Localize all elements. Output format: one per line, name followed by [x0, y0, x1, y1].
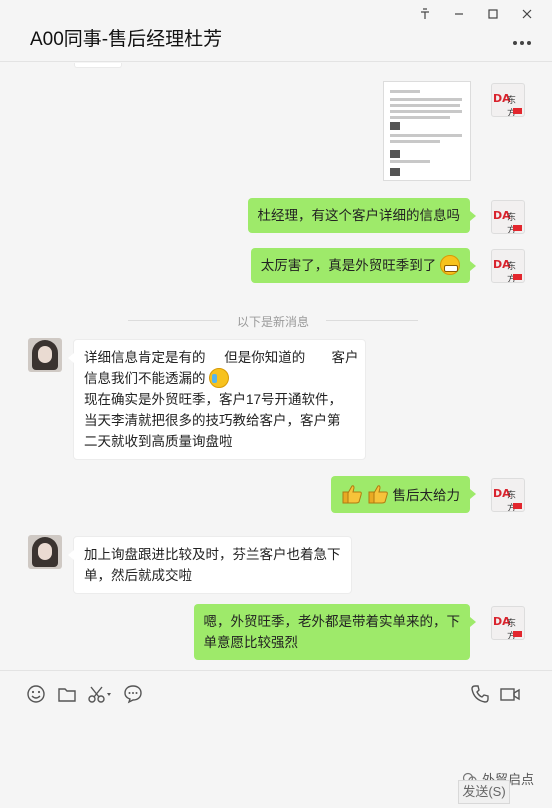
more-options-button[interactable]: [512, 30, 532, 51]
thumbs-up-icon: [367, 483, 389, 505]
message-bubble-sent[interactable]: 太厉害了，真是外贸旺季到了: [250, 248, 477, 283]
folder-icon[interactable]: [56, 683, 78, 705]
message-bubble-sent[interactable]: 嗯，外贸旺季，老外都是带着实单来的，下 单意愿比较强烈: [193, 604, 476, 660]
message-text: 加上询盘跟进比较及时，芬兰客户也着急下: [84, 547, 341, 562]
message-text: 太厉害了，真是外贸旺季到了: [260, 258, 437, 273]
message-text: 单意愿比较强烈: [203, 635, 299, 650]
video-icon[interactable]: [499, 683, 521, 705]
close-button[interactable]: [510, 4, 544, 24]
crying-laughing-emoji-icon: [209, 368, 230, 388]
message-text: 二天就收到高质量询盘啦: [84, 434, 233, 449]
message-text: 详细信息肯定是有的 但是你知道的 客户: [84, 350, 359, 365]
message-text: 嗯，外贸旺季，老外都是带着实单来的，下: [203, 614, 461, 629]
chat-scrollbar[interactable]: [546, 63, 552, 669]
phone-icon[interactable]: [469, 683, 491, 705]
chat-title: A00同事-售后经理杜芳: [30, 29, 223, 50]
message-text: 当天李清就把很多的技巧教给客户，客户第: [84, 413, 341, 428]
window-controls: [408, 4, 544, 24]
chat-history[interactable]: DA 东方 杜经理，有这个客户详细的信息吗 DA 东方 太厉害了，真是外贸旺季到了 …: [0, 63, 546, 669]
my-avatar[interactable]: DA 东方: [491, 478, 525, 512]
title-bar: A00同事-售后经理杜芳: [0, 0, 552, 62]
maximize-button[interactable]: [476, 4, 510, 24]
message-bubble-received[interactable]: 加上询盘跟进比较及时，芬兰客户也着急下 单，然后就成交啦: [68, 536, 352, 594]
emoji-icon[interactable]: [25, 683, 47, 705]
my-avatar[interactable]: DA 东方: [491, 606, 525, 640]
chat-bubble-icon[interactable]: [122, 683, 144, 705]
contact-avatar[interactable]: [28, 535, 62, 569]
message-text: 现在确实是外贸旺季，客户17号开通软件，: [84, 392, 343, 407]
minimize-button[interactable]: [442, 4, 476, 24]
send-button[interactable]: 发送(S): [458, 780, 510, 804]
input-toolbar: [0, 670, 552, 716]
message-text: 杜经理，有这个客户详细的信息吗: [257, 208, 461, 223]
message-input[interactable]: 外贸启点 发送(S): [0, 716, 552, 808]
message-bubble-sent[interactable]: 杜经理，有这个客户详细的信息吗: [247, 198, 476, 233]
message-bubble-received[interactable]: 详细信息肯定是有的 但是你知道的 客户 信息我们不能透漏的 现在确实是外贸旺季，…: [68, 339, 366, 460]
scissors-icon[interactable]: [86, 683, 114, 705]
contact-avatar[interactable]: [28, 338, 62, 372]
previous-message-edge: [74, 63, 122, 68]
message-bubble-sent[interactable]: 售后太给力: [330, 476, 477, 513]
message-text: 信息我们不能透漏的: [84, 371, 206, 386]
message-text: 售后太给力: [392, 488, 461, 503]
message-text: 单，然后就成交啦: [84, 568, 192, 583]
my-avatar[interactable]: DA 东方: [491, 200, 525, 234]
pin-icon[interactable]: [408, 4, 442, 24]
new-messages-divider: 以下是新消息: [128, 313, 418, 329]
my-avatar[interactable]: DA 东方: [491, 83, 525, 117]
thumbs-up-icon: [341, 483, 363, 505]
my-avatar[interactable]: DA 东方: [491, 249, 525, 283]
grin-emoji-icon: [440, 255, 460, 275]
image-message[interactable]: [383, 81, 471, 181]
